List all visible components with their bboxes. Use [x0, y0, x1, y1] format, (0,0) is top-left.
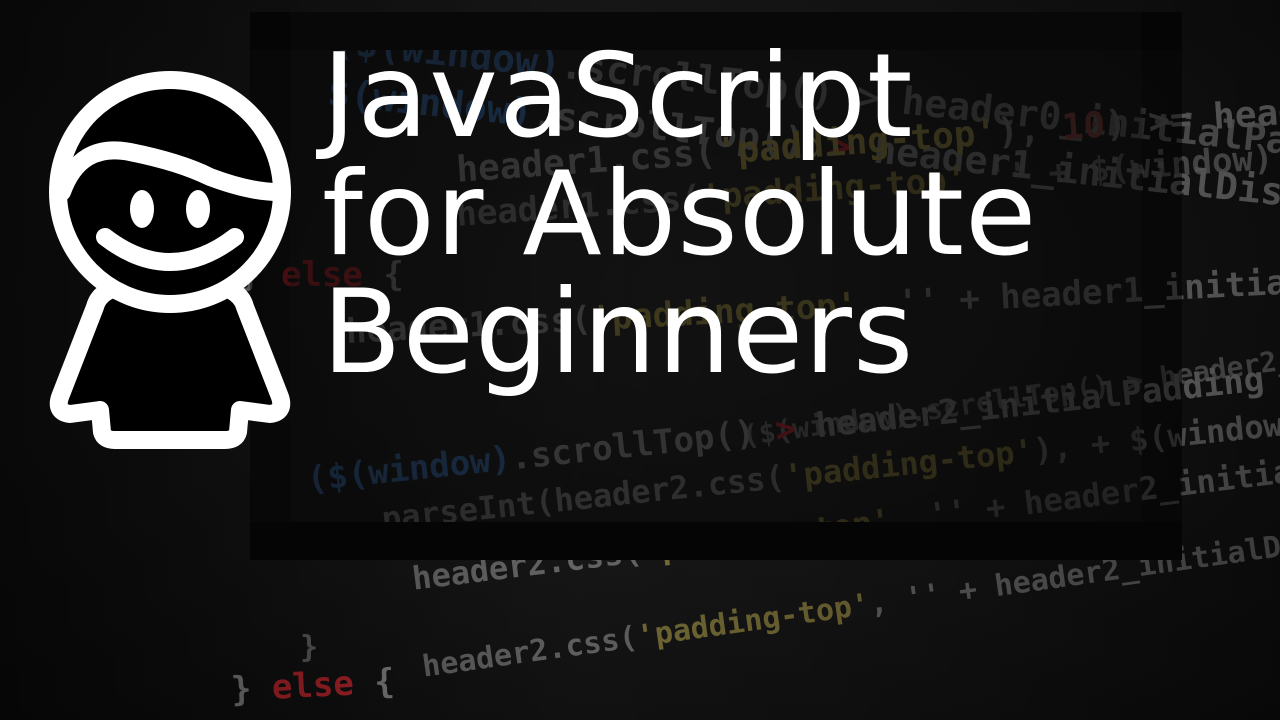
- code-line: } else {: [230, 661, 396, 710]
- code-line: }: [300, 630, 318, 665]
- code-token: header2.css(: [420, 619, 640, 685]
- thumbnail-canvas: f ($(window).scrollTop() > header0_initi…: [0, 0, 1280, 720]
- title-line-2: for Absolute: [322, 147, 1038, 282]
- code-token: }: [300, 630, 319, 665]
- right-eye: [186, 190, 210, 228]
- title-line-1: JavaScript: [322, 29, 914, 164]
- code-token: {: [352, 661, 396, 704]
- code-token: }: [230, 667, 273, 710]
- code-token: 'padding-top': [634, 587, 873, 655]
- code-token: else: [270, 663, 355, 708]
- left-eye: [130, 190, 154, 228]
- title-line-3: Beginners: [322, 265, 915, 400]
- page-title: JavaScript for Absolute Beginners: [322, 38, 1037, 392]
- smiling-person-icon: [49, 71, 291, 449]
